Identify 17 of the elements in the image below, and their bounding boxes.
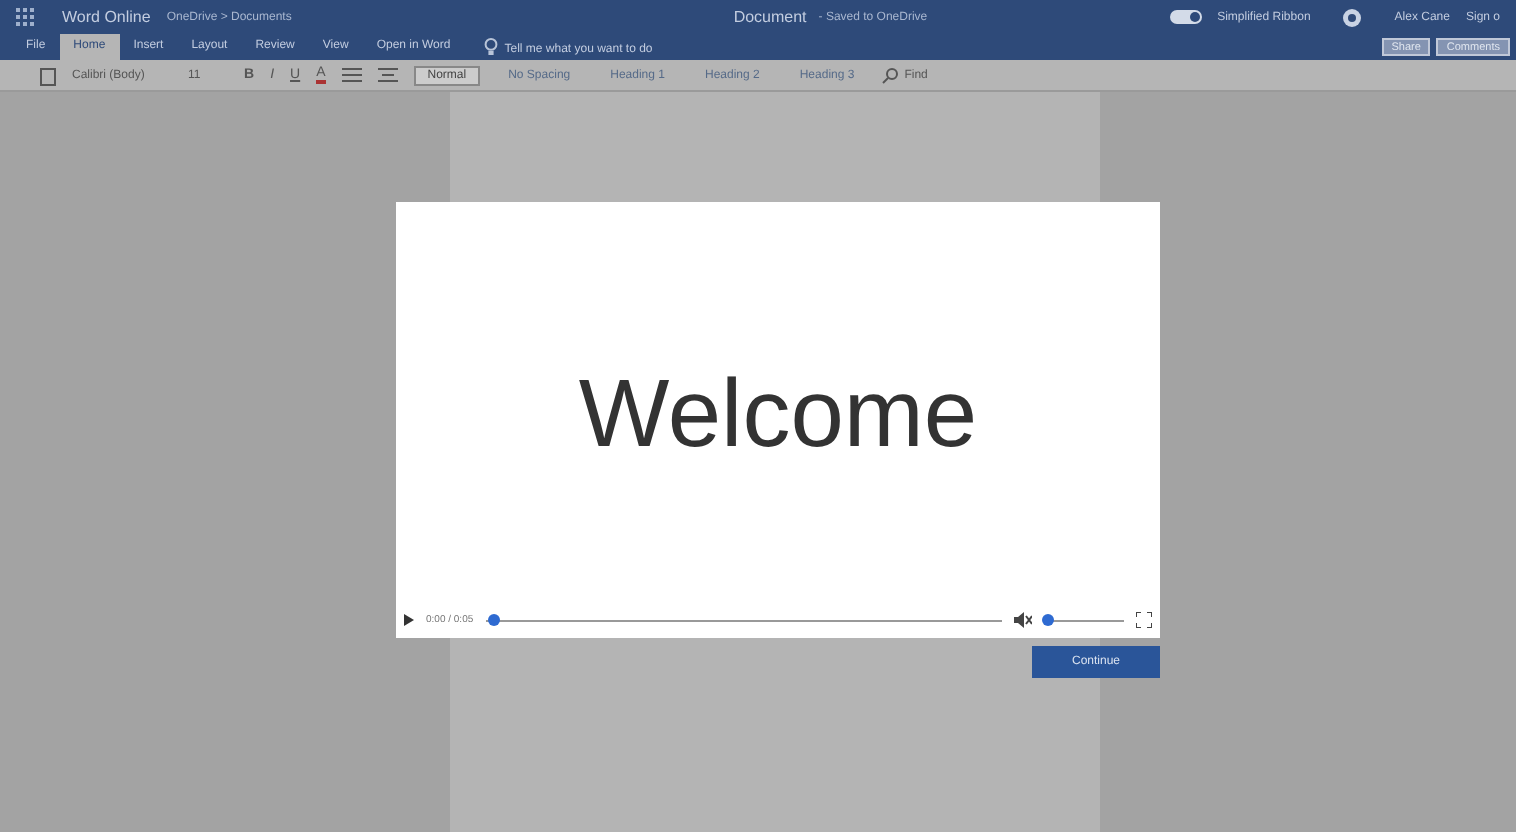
app-launcher-icon[interactable] (16, 8, 34, 26)
speaker-icon[interactable] (1014, 612, 1032, 628)
clipboard-icon[interactable] (40, 65, 56, 85)
toggle-switch[interactable] (1169, 10, 1202, 24)
play-icon[interactable] (404, 614, 414, 626)
search-icon (882, 67, 899, 83)
volume-slider[interactable] (1044, 614, 1124, 626)
fullscreen-icon[interactable] (1136, 612, 1152, 628)
progress-slider[interactable] (485, 614, 1002, 626)
progress-thumb[interactable] (488, 614, 501, 626)
align-icon[interactable] (377, 67, 398, 83)
align-icon[interactable] (341, 67, 362, 83)
lightbulb-icon (484, 38, 499, 56)
video-title-text: Welcome (578, 359, 978, 469)
app-name[interactable]: Word Online (62, 8, 151, 26)
document-title[interactable]: Document (733, 8, 807, 26)
volume-thumb[interactable] (1042, 614, 1054, 626)
